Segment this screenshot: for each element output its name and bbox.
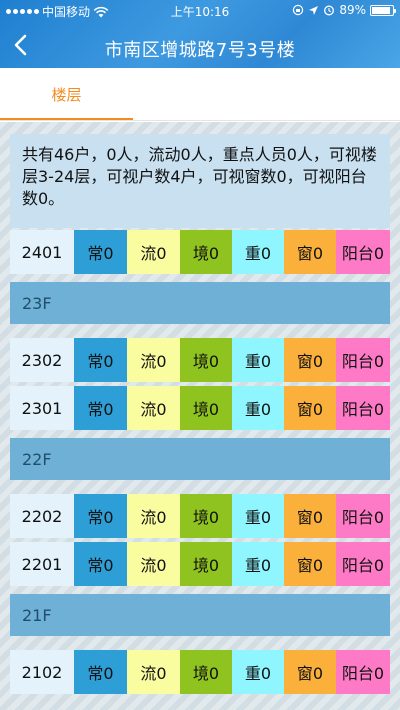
tag-window[interactable]: 窗0	[284, 386, 336, 430]
tag-key-person[interactable]: 重0	[232, 494, 284, 538]
tag-overseas[interactable]: 境0	[180, 338, 232, 382]
tag-overseas[interactable]: 境0	[180, 542, 232, 586]
floor-header: 21F	[10, 594, 390, 636]
tag-balcony[interactable]: 阳台0	[336, 650, 390, 694]
tag-floating[interactable]: 流0	[127, 650, 180, 694]
location-arrow-icon	[309, 5, 319, 15]
floor-content[interactable]: 共有46户，0人，流动0人，重点人员0人，可视楼层3-24层，可视户数4户，可视…	[0, 122, 400, 710]
tab-bar: 楼层	[0, 68, 400, 121]
app-header: 中国移动 上午10:16 89% 市南区增城路7号3号楼	[0, 0, 400, 68]
unit-row[interactable]: 2301 常0 流0 境0 重0 窗0 阳台0	[10, 386, 390, 430]
tag-resident[interactable]: 常0	[74, 230, 127, 274]
page-title: 市南区增城路7号3号楼	[104, 40, 296, 61]
tag-balcony[interactable]: 阳台0	[336, 230, 390, 274]
tag-resident[interactable]: 常0	[74, 542, 127, 586]
tag-overseas[interactable]: 境0	[180, 230, 232, 274]
unit-row[interactable]: 2102 常0 流0 境0 重0 窗0 阳台0	[10, 650, 390, 694]
tag-overseas[interactable]: 境0	[180, 494, 232, 538]
unit-row[interactable]: 2201 常0 流0 境0 重0 窗0 阳台0	[10, 542, 390, 586]
building-summary: 共有46户，0人，流动0人，重点人员0人，可视楼层3-24层，可视户数4户，可视…	[10, 134, 390, 228]
tag-floating[interactable]: 流0	[127, 338, 180, 382]
status-bar: 中国移动 上午10:16 89%	[0, 0, 400, 22]
tag-key-person[interactable]: 重0	[232, 338, 284, 382]
unit-number: 2102	[10, 650, 74, 694]
unit-row[interactable]: 2401 常0 流0 境0 重0 窗0 阳台0	[10, 230, 390, 274]
tag-balcony[interactable]: 阳台0	[336, 542, 390, 586]
rotation-lock-icon	[293, 4, 304, 16]
tag-balcony[interactable]: 阳台0	[336, 386, 390, 430]
tag-resident[interactable]: 常0	[74, 650, 127, 694]
tag-balcony[interactable]: 阳台0	[336, 338, 390, 382]
battery-fill	[372, 6, 390, 14]
tag-window[interactable]: 窗0	[284, 650, 336, 694]
tag-floating[interactable]: 流0	[127, 542, 180, 586]
battery-percent: 89%	[339, 3, 366, 17]
unit-number: 2202	[10, 494, 74, 538]
unit-number: 2302	[10, 338, 74, 382]
tag-resident[interactable]: 常0	[74, 386, 127, 430]
tag-window[interactable]: 窗0	[284, 230, 336, 274]
floor-header: 23F	[10, 282, 390, 324]
unit-number: 2401	[10, 230, 74, 274]
unit-row[interactable]: 2302 常0 流0 境0 重0 窗0 阳台0	[10, 338, 390, 382]
tag-window[interactable]: 窗0	[284, 542, 336, 586]
tag-key-person[interactable]: 重0	[232, 650, 284, 694]
tag-key-person[interactable]: 重0	[232, 230, 284, 274]
tag-overseas[interactable]: 境0	[180, 650, 232, 694]
tag-resident[interactable]: 常0	[74, 338, 127, 382]
tag-floating[interactable]: 流0	[127, 386, 180, 430]
tag-window[interactable]: 窗0	[284, 494, 336, 538]
tag-key-person[interactable]: 重0	[232, 542, 284, 586]
tag-floating[interactable]: 流0	[127, 230, 180, 274]
unit-row[interactable]: 2202 常0 流0 境0 重0 窗0 阳台0	[10, 494, 390, 538]
unit-number: 2301	[10, 386, 74, 430]
tab-active-indicator	[0, 118, 133, 120]
floor-header: 22F	[10, 438, 390, 480]
status-right: 89%	[292, 3, 396, 17]
tab-floors[interactable]: 楼层	[0, 68, 133, 121]
tag-resident[interactable]: 常0	[74, 494, 127, 538]
tag-balcony[interactable]: 阳台0	[336, 494, 390, 538]
unit-number: 2201	[10, 542, 74, 586]
tag-floating[interactable]: 流0	[127, 494, 180, 538]
tag-overseas[interactable]: 境0	[180, 386, 232, 430]
tag-key-person[interactable]: 重0	[232, 386, 284, 430]
alarm-icon	[324, 5, 335, 16]
tag-window[interactable]: 窗0	[284, 338, 336, 382]
battery-icon	[370, 4, 396, 16]
